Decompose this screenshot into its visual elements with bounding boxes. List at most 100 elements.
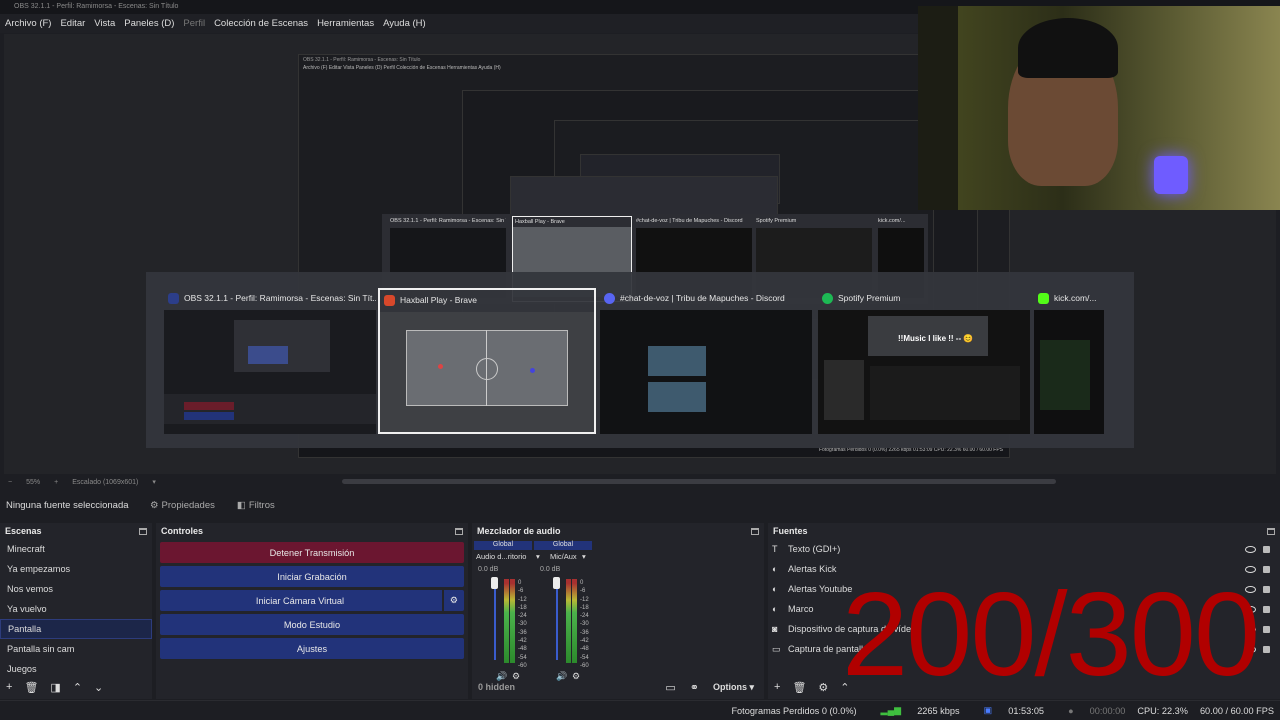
scale-dropdown-icon[interactable]: ▾: [152, 478, 156, 486]
lock-icon[interactable]: [1263, 625, 1270, 633]
scene-filter-button[interactable]: ◨: [50, 681, 60, 694]
filters-button[interactable]: ◧ Filtros: [237, 500, 275, 511]
channel-2-name[interactable]: Mic/Aux: [550, 552, 577, 561]
menu-paneles[interactable]: Paneles (D): [124, 18, 174, 29]
lock-icon[interactable]: [1263, 565, 1270, 573]
scene-item[interactable]: Nos vemos: [0, 579, 152, 599]
menu-herramientas[interactable]: Herramientas: [317, 18, 374, 29]
remove-scene-button[interactable]: 🗑: [24, 681, 38, 694]
lock-icon[interactable]: [1263, 545, 1270, 553]
channel-2-fader-knob[interactable]: [553, 577, 560, 589]
scenes-toolbar: + 🗑 ◨ ⌃ ⌄: [0, 675, 152, 699]
start-virtual-cam-button[interactable]: Iniciar Cámara Virtual: [160, 596, 440, 606]
channel-1-fader[interactable]: [494, 580, 496, 660]
channel-1-dropdown-icon[interactable]: ▾: [536, 552, 540, 561]
channel-2-meter-l: [566, 579, 571, 663]
tile-obs-thumb: [164, 310, 376, 434]
source-properties-button[interactable]: ⚙: [818, 681, 828, 694]
tile-haxball-title: Haxball Play - Brave: [400, 295, 478, 305]
start-record-button[interactable]: Iniciar Grabación: [160, 566, 464, 587]
scene-item[interactable]: Minecraft: [0, 539, 152, 559]
meter-tick-label: -12: [580, 596, 589, 603]
channel-2-db: 0.0 dB: [540, 566, 561, 573]
undock-icon[interactable]: [139, 527, 147, 535]
scene-item[interactable]: Ya vuelvo: [0, 599, 152, 619]
channel-2-scale: 0 -6 -12 -18 -24 -30 -36 -42 -48 -54 -60: [580, 579, 589, 670]
zoom-percent[interactable]: 55%: [26, 479, 40, 486]
meter-tick-label: -36: [580, 629, 589, 636]
meter-tick-label: -18: [580, 604, 589, 611]
link-icon[interactable]: ⚭: [690, 681, 699, 694]
move-up-button[interactable]: ⌃: [73, 681, 82, 694]
tile-haxball[interactable]: Haxball Play - Brave: [378, 288, 596, 434]
browser-icon: ◐: [772, 564, 778, 574]
mixer-title: Mezclador de audio: [477, 526, 561, 536]
remove-source-button[interactable]: 🗑: [792, 681, 806, 694]
layout-icon[interactable]: ▭: [665, 681, 675, 694]
record-time: ● 00:00:00: [1068, 705, 1126, 716]
menu-ayuda[interactable]: Ayuda (H): [383, 18, 426, 29]
meter-tick-label: -24: [518, 613, 527, 620]
nested-taskview-small: [510, 176, 778, 216]
move-down-button[interactable]: ⌄: [94, 681, 103, 694]
tile-spotify[interactable]: Spotify Premium !!Music I like !! -- 😊: [818, 288, 1030, 434]
add-source-button[interactable]: +: [774, 681, 780, 693]
lock-icon[interactable]: [1263, 585, 1270, 593]
scene-item[interactable]: Ya empezamos: [0, 559, 152, 579]
settings-button[interactable]: Ajustes: [160, 638, 464, 659]
zoom-out-button[interactable]: −: [8, 479, 12, 486]
virtual-cam-settings-icon[interactable]: ⚙: [442, 590, 464, 611]
playlist-title: !!Music I like !! -- 😊: [898, 334, 974, 343]
scene-list: Minecraft Ya empezamos Nos vemos Ya vuelvo P…: [0, 539, 152, 679]
undock-icon[interactable]: [455, 527, 463, 535]
channel-1-meter-l: [504, 579, 509, 663]
monitor-icon: ▭: [772, 644, 781, 654]
channel-1-fader-knob[interactable]: [491, 577, 498, 589]
stream-time: ▣ 01:53:05: [983, 705, 1045, 716]
stop-stream-button[interactable]: Detener Transmisión: [160, 542, 464, 563]
controls-title: Controles: [161, 526, 204, 536]
meter-tick-label: -48: [580, 646, 589, 653]
visibility-eye-icon[interactable]: [1245, 545, 1256, 553]
menu-archivo[interactable]: Archivo (F): [5, 18, 51, 29]
scenes-dock: Escenas Minecraft Ya empezamos Nos vemos Ya…: [0, 523, 152, 699]
zoom-in-button[interactable]: +: [54, 479, 58, 486]
channel-1-name[interactable]: Audio d...ritorio: [476, 552, 526, 561]
channel-2-fader[interactable]: [556, 580, 558, 660]
tile-discord-title: #chat-de-voz | Tribu de Mapuches - Disco…: [620, 293, 785, 303]
tile-discord[interactable]: #chat-de-voz | Tribu de Mapuches - Disco…: [600, 288, 812, 434]
add-scene-button[interactable]: +: [6, 681, 12, 693]
brave-icon: [384, 294, 395, 306]
meter-tick-label: -18: [518, 604, 527, 611]
menu-vista[interactable]: Vista: [94, 18, 115, 29]
obs-icon: [168, 292, 179, 304]
lock-icon[interactable]: [1263, 645, 1270, 653]
tile-kick[interactable]: kick.com/...: [1034, 288, 1104, 434]
menu-perfil[interactable]: Perfil: [183, 18, 205, 29]
menu-coleccion-escenas[interactable]: Colección de Escenas: [214, 18, 308, 29]
channel-2-dropdown-icon[interactable]: ▾: [582, 552, 586, 561]
options-button[interactable]: Options ▾: [713, 682, 754, 693]
tile-spotify-title: Spotify Premium: [838, 293, 901, 303]
controls-dock: Controles Detener Transmisión Iniciar Gr…: [156, 523, 468, 699]
studio-mode-button[interactable]: Modo Estudio: [160, 614, 464, 635]
source-item[interactable]: T Texto (GDI+): [768, 539, 1280, 559]
preview-scrollbar[interactable]: [342, 479, 1056, 484]
source-label: Texto (GDI+): [788, 544, 841, 554]
undock-icon[interactable]: [1267, 527, 1275, 535]
scene-item[interactable]: Pantalla sin cam: [0, 639, 152, 659]
properties-button[interactable]: ⚙ Propiedades: [150, 500, 215, 511]
dropped-frames: Fotogramas Perdidos 0 (0.0%): [731, 705, 857, 716]
meter-tick-label: -42: [518, 638, 527, 645]
lock-icon[interactable]: [1263, 605, 1270, 613]
tile-obs[interactable]: OBS 32.1.1 - Perfil: Ramimorsa - Escenas…: [164, 288, 376, 434]
menu-editar[interactable]: Editar: [60, 18, 85, 29]
meter-tick-label: 0: [518, 580, 522, 586]
meter-tick-label: -36: [518, 629, 527, 636]
meter-tick-label: -54: [580, 654, 589, 661]
no-source-label: Ninguna fuente seleccionada: [6, 499, 129, 511]
scene-item[interactable]: Pantalla: [0, 619, 152, 639]
channel-1-db: 0.0 dB: [478, 566, 499, 573]
undock-icon[interactable]: [751, 527, 759, 535]
meter-tick-label: -12: [518, 596, 527, 603]
